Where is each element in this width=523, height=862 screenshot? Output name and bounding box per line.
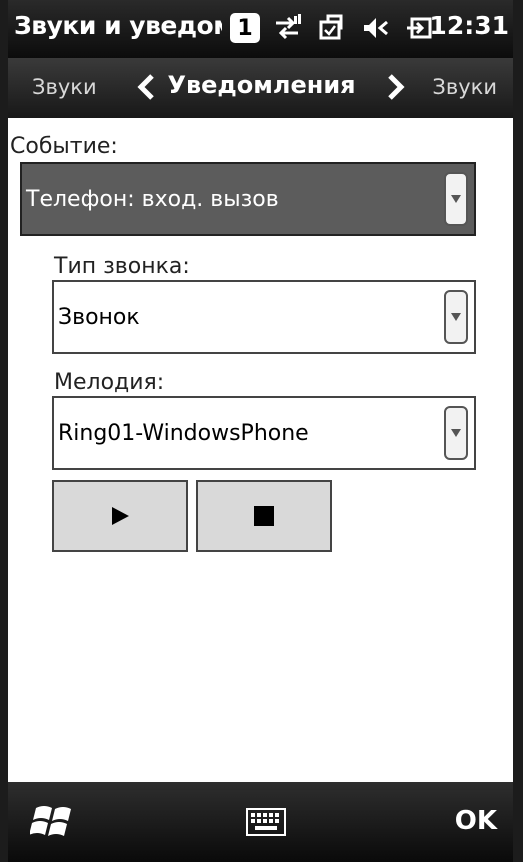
ok-button[interactable]: OK [455, 806, 497, 836]
ring-type-select[interactable]: Звонок [52, 280, 476, 354]
play-button[interactable] [52, 480, 188, 552]
status-title: Звуки и уведомления [14, 11, 222, 40]
stop-button[interactable] [196, 480, 332, 552]
status-bar: Звуки и уведомления 1 [0, 0, 523, 58]
bezel-left [0, 0, 8, 862]
melody-value: Ring01-WindowsPhone [58, 420, 309, 446]
ring-type-value: Звонок [58, 304, 140, 330]
sync-icon[interactable] [314, 11, 348, 45]
tab-bar: Звуки Уведомления Звуки [0, 58, 523, 118]
event-label: Событие: [10, 134, 118, 159]
chevron-down-icon[interactable] [444, 406, 468, 460]
play-icon [112, 507, 129, 525]
volume-icon[interactable] [358, 11, 392, 45]
notifications-form: Событие: Телефон: вход. вызов Тип звонка… [8, 118, 513, 782]
chevron-right-icon[interactable] [380, 72, 410, 102]
ring-type-label: Тип звонка: [54, 254, 190, 279]
stop-icon [254, 506, 274, 526]
event-value: Телефон: вход. вызов [26, 186, 279, 212]
bottom-bar: OK [0, 782, 523, 862]
windows-logo-icon[interactable] [30, 800, 80, 844]
chevron-down-icon[interactable] [444, 290, 468, 344]
connectivity-icon[interactable] [270, 11, 304, 45]
melody-label: Мелодия: [54, 370, 165, 395]
notification-badge[interactable]: 1 [230, 13, 260, 43]
status-icons: 1 [230, 8, 436, 48]
event-select[interactable]: Телефон: вход. вызов [20, 162, 476, 236]
chevron-down-icon[interactable] [444, 172, 468, 226]
status-time: 12:31 [429, 11, 509, 40]
phone-screen: Звуки и уведомления 1 [0, 0, 523, 862]
melody-select[interactable]: Ring01-WindowsPhone [52, 396, 476, 470]
tab-next[interactable]: Звуки [432, 75, 497, 99]
bezel-right [513, 0, 523, 862]
keyboard-icon[interactable] [246, 808, 286, 836]
